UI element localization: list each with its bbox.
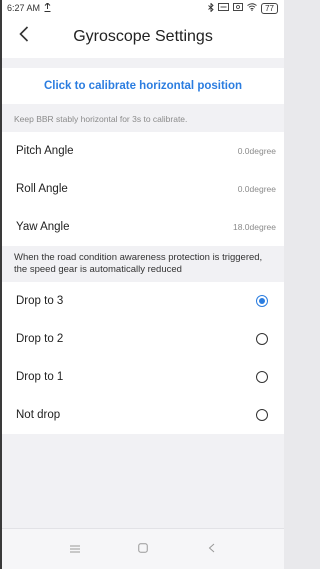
calibrate-button[interactable]: Click to calibrate horizontal position [2,68,284,104]
angle-list: Pitch Angle 0.0degree Roll Angle 0.0degr… [2,132,284,246]
option-label: Drop to 3 [16,295,64,307]
menu-icon [70,540,80,558]
system-nav-bar [2,528,284,569]
angle-label: Roll Angle [16,183,68,195]
option-drop-to-3[interactable]: Drop to 3 [2,282,284,320]
status-time: 6:27 AM [7,3,41,13]
back-triangle-icon [208,540,215,558]
radio-unselected-icon[interactable] [256,371,268,383]
phone-screen: 6:27 AM 77 Gyroscope Settings Click to c… [0,0,284,569]
home-button[interactable] [133,539,153,559]
upload-arrow-icon [44,1,51,14]
bluetooth-icon [208,1,214,14]
status-left: 6:27 AM [7,1,51,14]
radio-unselected-icon[interactable] [256,409,268,421]
angle-value: 0.0degree [237,146,276,156]
radio-unselected-icon[interactable] [256,333,268,345]
app-header: Gyroscope Settings [2,16,284,58]
pitch-angle-row: Pitch Angle 0.0degree [2,132,284,170]
chevron-left-icon [19,25,29,47]
option-drop-to-2[interactable]: Drop to 2 [2,320,284,358]
speed-drop-options: Drop to 3 Drop to 2 Drop to 1 Not drop [2,282,284,434]
status-icons: 77 [208,1,278,14]
nfc-icon [233,3,244,13]
angle-value: 18.0degree [232,222,276,232]
option-label: Drop to 2 [16,333,64,345]
angle-label: Pitch Angle [16,145,74,157]
option-drop-to-1[interactable]: Drop to 1 [2,358,284,396]
back-nav-button[interactable] [201,539,221,559]
sim-icon [218,3,230,13]
yaw-angle-row: Yaw Angle 18.0degree [2,208,284,246]
menu-button[interactable] [65,539,85,559]
angle-label: Yaw Angle [16,221,70,233]
option-not-drop[interactable]: Not drop [2,396,284,434]
roll-angle-row: Roll Angle 0.0degree [2,170,284,208]
option-label: Drop to 1 [16,371,64,383]
radio-selected-icon[interactable] [256,295,268,307]
wifi-icon [247,3,257,13]
battery-indicator: 77 [261,2,278,14]
angle-value: 0.0degree [237,184,276,194]
option-label: Not drop [16,409,61,421]
back-button[interactable] [12,24,36,48]
status-bar: 6:27 AM 77 [2,0,284,16]
speed-gear-note: When the road condition awareness protec… [14,252,263,275]
page-title: Gyroscope Settings [73,28,213,45]
home-square-icon [138,540,148,558]
calibration-hint: Keep BBR stably horizontal for 3s to cal… [14,114,188,124]
